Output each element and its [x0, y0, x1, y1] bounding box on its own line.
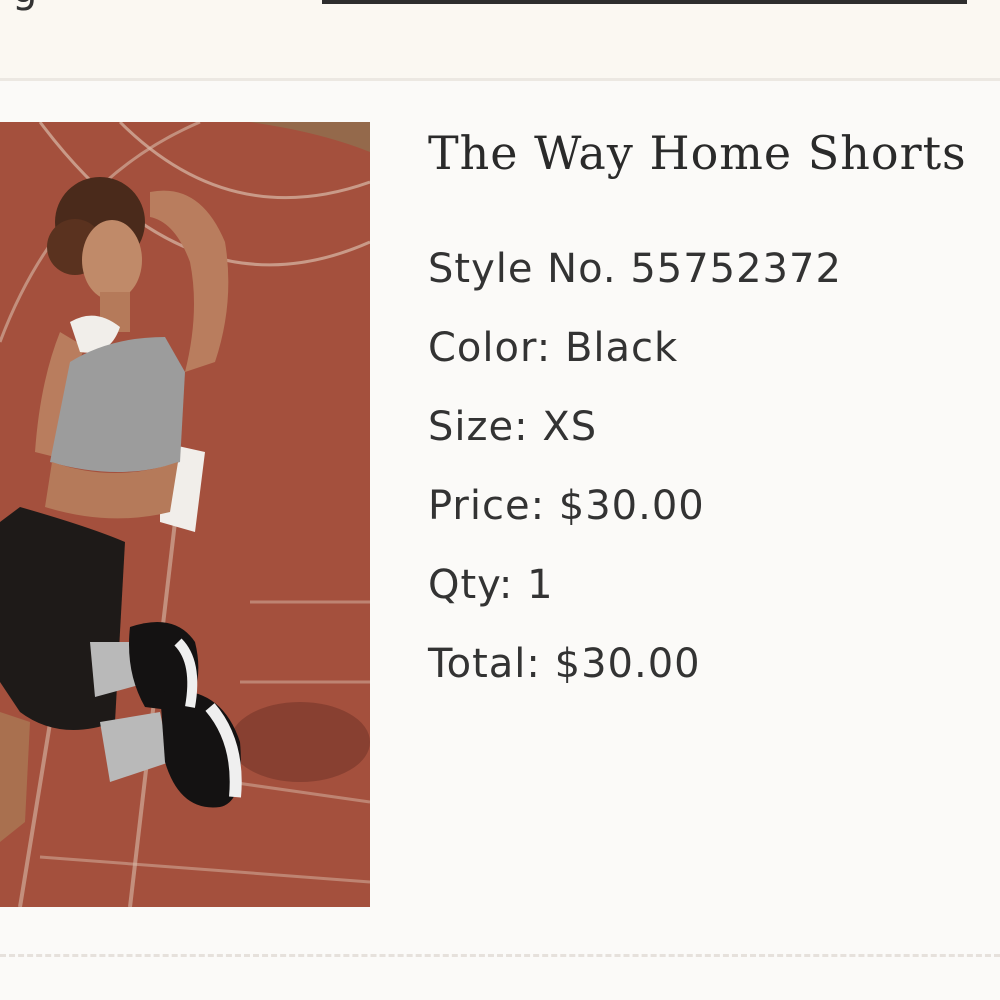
top-bar-area: g [0, 0, 1000, 80]
price-label: Price: [428, 483, 546, 529]
size-value: XS [542, 404, 598, 450]
item-divider [0, 954, 1000, 957]
product-image[interactable] [0, 122, 370, 907]
style-label: Style No. [428, 246, 617, 292]
qty-value: 1 [527, 562, 554, 608]
top-partial-text: g [12, 0, 37, 12]
detail-color: Color: Black [428, 325, 678, 371]
top-button-edge[interactable] [322, 0, 967, 4]
detail-qty: Qty: 1 [428, 562, 554, 608]
detail-total: Total: $30.00 [428, 641, 701, 687]
color-value: Black [564, 325, 679, 371]
total-label: Total: [428, 641, 541, 687]
detail-style-no: Style No. 55752372 [428, 246, 842, 292]
style-value: 55752372 [630, 246, 842, 292]
product-title[interactable]: The Way Home Shorts [428, 126, 967, 180]
detail-size: Size: XS [428, 404, 597, 450]
product-photo-icon [0, 122, 370, 907]
price-value: $30.00 [558, 483, 705, 529]
section-divider [0, 78, 1000, 81]
qty-label: Qty: [428, 562, 514, 608]
color-label: Color: [428, 325, 552, 371]
detail-price: Price: $30.00 [428, 483, 705, 529]
size-label: Size: [428, 404, 529, 450]
total-value: $30.00 [554, 641, 701, 687]
